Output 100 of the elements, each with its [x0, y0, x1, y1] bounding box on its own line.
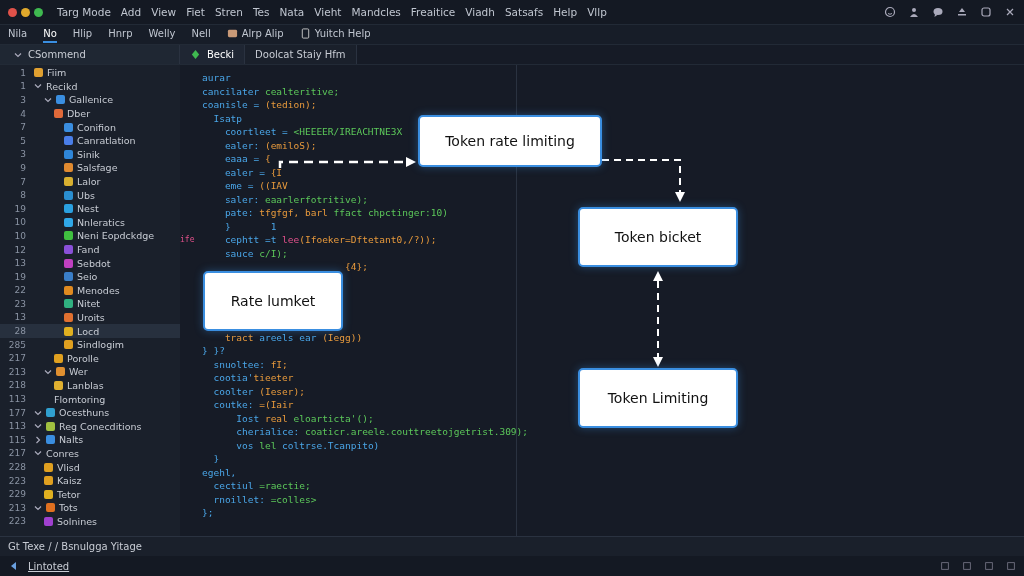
- tree-item[interactable]: 223 Kaisz: [0, 473, 180, 488]
- tree-item[interactable]: 13 Sebdot: [0, 256, 180, 270]
- window-icon[interactable]: [980, 6, 992, 18]
- diamond-icon: [190, 49, 201, 60]
- explorer-header[interactable]: CSommend: [0, 45, 180, 64]
- person-icon[interactable]: [908, 6, 920, 18]
- tree-item[interactable]: 28 Locd: [0, 324, 180, 338]
- editor-tab[interactable]: Becki: [180, 45, 246, 64]
- tree-item[interactable]: 3 Gallenice: [0, 93, 180, 107]
- tree-item[interactable]: 1 Recikd: [0, 79, 180, 94]
- tree-item[interactable]: 217 Conres: [0, 446, 180, 461]
- tree-item[interactable]: 12 Fand: [0, 242, 180, 257]
- code-line: };: [202, 507, 214, 519]
- menu-item[interactable]: Viadh: [465, 6, 495, 18]
- tree-item[interactable]: 5 Canratlation: [0, 133, 180, 148]
- tree-item[interactable]: 1 Fiim: [0, 66, 180, 80]
- menu-item[interactable]: View: [151, 6, 177, 18]
- toolbar-tab[interactable]: Hnrp: [108, 26, 133, 43]
- toolbar-tab[interactable]: Yuitch Help: [299, 26, 371, 43]
- tree-item[interactable]: 285 Sindlogim: [0, 337, 180, 352]
- code-line: rnoillet: =colles>: [212, 493, 317, 505]
- code-line: saler: eaarlerfotritive);: [223, 193, 368, 205]
- diagram-node: Token rate limiting: [418, 115, 602, 167]
- menu-item[interactable]: Stren: [214, 6, 243, 18]
- menu-item[interactable]: Targ Mode: [57, 6, 111, 18]
- tree-item[interactable]: 4 Dber: [0, 106, 180, 121]
- document-icon: [299, 28, 311, 39]
- menu-item[interactable]: Tes: [252, 6, 270, 18]
- code-line: {4};: [344, 261, 368, 273]
- tree-item[interactable]: 115 Nalts: [0, 433, 180, 447]
- tree-item[interactable]: 23 Nitet: [0, 297, 180, 311]
- tree-item[interactable]: 217 Porolle: [0, 351, 180, 366]
- close-dot[interactable]: [8, 7, 17, 17]
- chevron-icon[interactable]: [34, 503, 42, 512]
- code-line: } 1: [223, 220, 277, 232]
- menu-item[interactable]: Fiet: [186, 6, 205, 18]
- toolbar-tab[interactable]: Nell: [191, 26, 211, 43]
- menu-item[interactable]: Help: [553, 6, 578, 18]
- tree-item[interactable]: 7 Conifion: [0, 120, 180, 134]
- tree-item[interactable]: 218 Lanblas: [0, 378, 180, 393]
- code-line: Iost real eloarticta'();: [235, 412, 374, 424]
- chevron-icon[interactable]: [14, 50, 22, 59]
- code-line: cherialice: coaticr.areele.couttreetojgetrist.309);: [235, 426, 528, 438]
- tree-item[interactable]: 13 Uroits: [0, 310, 180, 325]
- toolbar-tab[interactable]: Nila: [8, 26, 28, 43]
- panel-icon[interactable]: [962, 561, 972, 571]
- code-line: tract areels ear (Iegg)): [223, 331, 363, 343]
- tree-item[interactable]: 3 Sinik: [0, 147, 180, 162]
- tree-item[interactable]: 7 Lalor: [0, 174, 180, 189]
- tree-item[interactable]: 213 Wer: [0, 365, 180, 379]
- code-line: cootia'tieeter: [212, 372, 294, 384]
- editor-tab[interactable]: Doolcat Staiy Hfm: [245, 45, 357, 64]
- menu-item[interactable]: Vllp: [587, 6, 607, 18]
- code-line: coolter (Ieser);: [212, 385, 305, 397]
- face-icon[interactable]: [884, 6, 896, 18]
- diagram-node: Token Limiting: [578, 368, 738, 428]
- menu-item[interactable]: Satsafs: [504, 6, 544, 18]
- tree-item[interactable]: 10 Nnleratics: [0, 215, 180, 230]
- panel-icon[interactable]: [940, 561, 950, 571]
- status-text: Gt Texe / / Bsnulgga Yitage: [8, 541, 142, 552]
- menu-item[interactable]: Freaitice: [410, 6, 456, 18]
- tree-item[interactable]: 9 Salsfage: [0, 161, 180, 175]
- tree-item[interactable]: 113 Flomtoring: [0, 392, 180, 406]
- panel-icon[interactable]: [984, 561, 994, 571]
- minimize-dot[interactable]: [21, 7, 30, 17]
- menu-item[interactable]: Add: [120, 6, 142, 18]
- toolbar-tab[interactable]: Welly: [148, 26, 176, 43]
- chat-icon[interactable]: [932, 6, 944, 18]
- code-line: eme = ((IAV: [223, 180, 288, 192]
- code-line: coortleet = <HEEEER/IREACHTNE3X: [223, 126, 403, 138]
- menu-item[interactable]: Vieht: [314, 6, 342, 18]
- tree-item[interactable]: 228 Vlisd: [0, 460, 180, 474]
- tree-item[interactable]: 213 Tots: [0, 501, 180, 515]
- upload-icon[interactable]: [956, 6, 968, 18]
- diagram-node: Rate lumket: [203, 271, 343, 331]
- panel-icon[interactable]: [1006, 561, 1016, 571]
- code-line: cancilater cealteritive;: [202, 85, 340, 97]
- code-line: snuoltee: fI;: [212, 358, 288, 370]
- tree-item[interactable]: 177 Ocesthuns: [0, 405, 180, 420]
- code-line: sauce c/I);: [223, 247, 288, 259]
- tree-item[interactable]: 19 Nest: [0, 201, 180, 216]
- tree-item[interactable]: 10 Neni Eopdckdge: [0, 229, 180, 243]
- close-icon[interactable]: [1004, 6, 1016, 18]
- menu-item[interactable]: Nata: [279, 6, 305, 18]
- tree-item[interactable]: 229 Tetor: [0, 487, 180, 501]
- tree-item[interactable]: 113 Reg Conecditions: [0, 419, 180, 434]
- code-line: cephtt =t lee(Ifoeker=Dftetant0,/?));: [223, 234, 437, 246]
- toolbar-tab[interactable]: No: [43, 26, 57, 43]
- code-line: } }?: [202, 345, 225, 357]
- code-line: vos lel coltrse.Tcanpito): [235, 439, 380, 451]
- tree-item[interactable]: 19 Seio: [0, 269, 180, 284]
- code-line: }: [212, 453, 220, 465]
- menu-item[interactable]: Mandcles: [351, 6, 401, 18]
- tree-item[interactable]: 22 Menodes: [0, 283, 180, 298]
- zoom-dot[interactable]: [34, 7, 43, 17]
- tree-item[interactable]: 223 Solnines: [0, 514, 180, 529]
- toolbar-tab[interactable]: Hlip: [72, 26, 93, 43]
- toolbar-tab[interactable]: Alrp Alip: [226, 26, 284, 43]
- chevron-icon[interactable]: [44, 367, 52, 376]
- tree-item[interactable]: 8 Ubs: [0, 188, 180, 202]
